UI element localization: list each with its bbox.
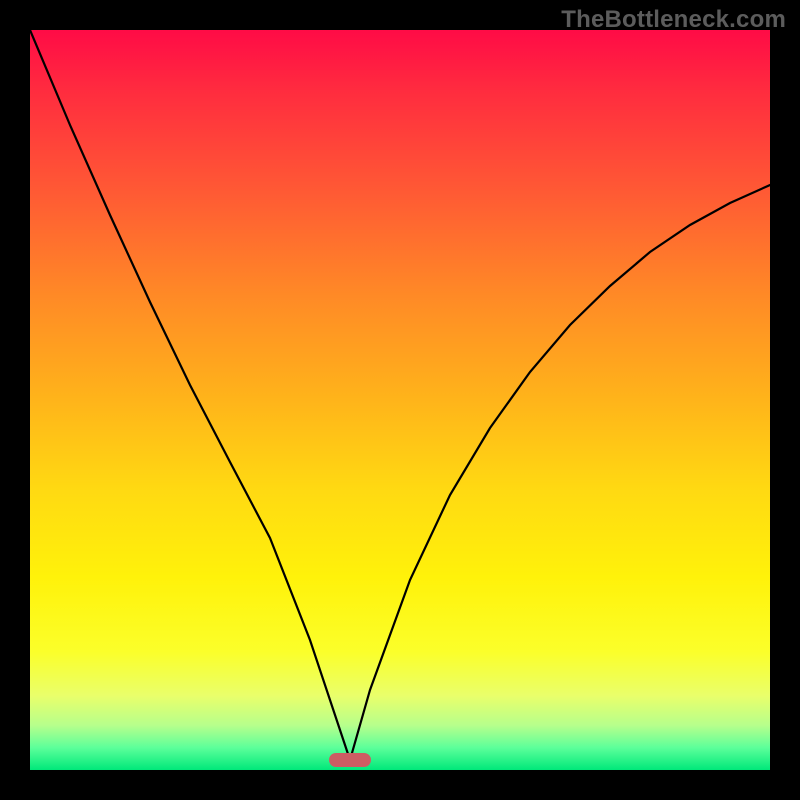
left-curve	[30, 30, 350, 760]
right-curve	[350, 185, 770, 760]
plot-area	[30, 30, 770, 770]
curve-layer	[30, 30, 770, 770]
chart-frame: TheBottleneck.com	[0, 0, 800, 800]
watermark-text: TheBottleneck.com	[561, 6, 786, 34]
minimum-marker	[329, 753, 371, 767]
